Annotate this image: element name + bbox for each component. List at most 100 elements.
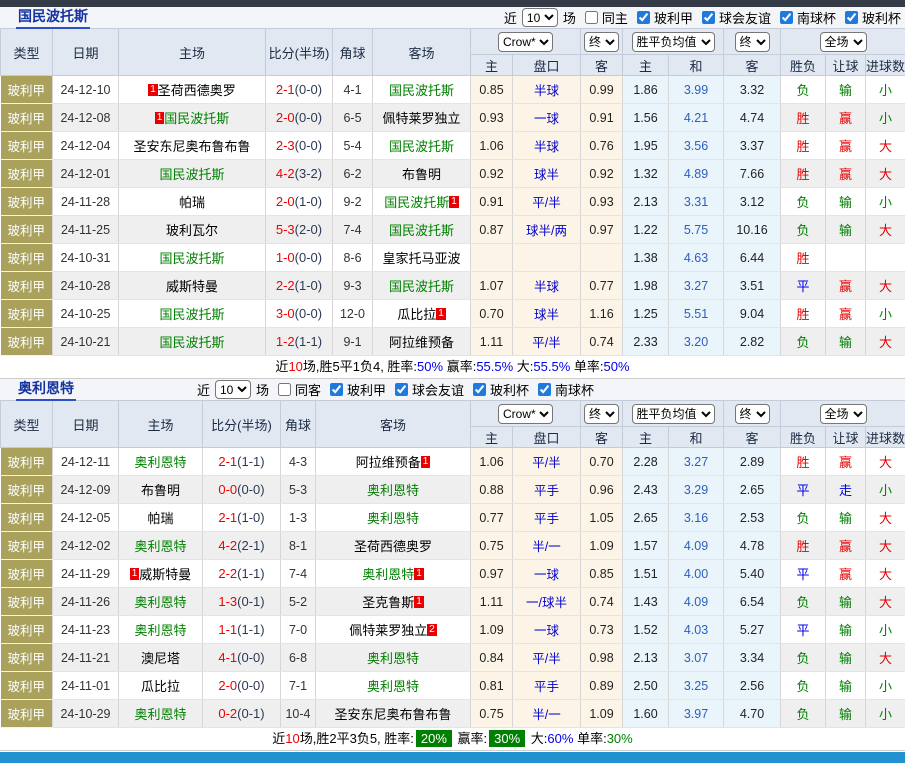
team-name: 圣安东尼奥布鲁布鲁 bbox=[334, 707, 451, 722]
avg-select[interactable]: 胜平负均值 bbox=[632, 404, 715, 424]
same-venue-label: 同客 bbox=[295, 380, 321, 399]
home-team-cell: 1威斯特曼 bbox=[119, 560, 203, 588]
match-row: 玻利甲24-11-28帕瑞2-0(1-0)9-2国民波托斯10.91平/半0.9… bbox=[1, 188, 905, 216]
team-name: 布鲁明 bbox=[141, 483, 180, 498]
fulltime-score: 0-0 bbox=[218, 482, 237, 497]
fulltime-score: 4-2 bbox=[276, 166, 295, 181]
avg-home-cell: 1.60 bbox=[623, 700, 669, 728]
league-checkbox-1[interactable] bbox=[395, 383, 408, 396]
score-cell: 4-2(3-2) bbox=[266, 160, 333, 188]
result-cell: 胜 bbox=[781, 244, 826, 272]
avg-draw-cell: 3.31 bbox=[669, 188, 724, 216]
league-cell: 玻利甲 bbox=[1, 300, 53, 328]
avg-final-select[interactable]: 终 bbox=[735, 32, 770, 52]
summary-segment: 30% bbox=[607, 731, 633, 746]
handicap-line-cell: 半/一 bbox=[513, 532, 581, 560]
date-cell: 24-11-29 bbox=[53, 560, 119, 588]
same-venue-checkbox[interactable] bbox=[278, 383, 291, 396]
corner-cell: 4-1 bbox=[333, 76, 373, 104]
league-checkbox-2[interactable] bbox=[473, 383, 486, 396]
away-odds-cell: 1.09 bbox=[581, 532, 623, 560]
team-name-link[interactable]: 奥利恩特 bbox=[16, 378, 76, 401]
home-odds-cell bbox=[471, 244, 513, 272]
home-odds-cell: 0.97 bbox=[471, 560, 513, 588]
date-cell: 24-12-04 bbox=[53, 132, 119, 160]
corner-cell: 8-1 bbox=[281, 532, 316, 560]
goals-result-cell: 大 bbox=[866, 216, 905, 244]
corner-cell: 1-3 bbox=[281, 504, 316, 532]
odds-company-select[interactable]: Crow* bbox=[498, 32, 553, 52]
league-checkbox-2[interactable] bbox=[780, 11, 793, 24]
corner-cell: 4-3 bbox=[281, 448, 316, 476]
home-team-cell: 奥利恩特 bbox=[119, 616, 203, 644]
avg-draw-cell: 3.25 bbox=[669, 672, 724, 700]
summary-line-2: 近10场,胜2平3负5, 胜率:20% 赢率:30% 大:60% 单率:30% bbox=[0, 728, 905, 751]
league-label-1: 球会友谊 bbox=[412, 380, 464, 399]
result-cell: 平 bbox=[781, 476, 826, 504]
summary-segment: 单率: bbox=[570, 359, 603, 374]
away-team-cell: 国民波托斯 bbox=[373, 216, 471, 244]
league-checkbox-0[interactable] bbox=[330, 383, 343, 396]
home-team-cell: 瓜比拉 bbox=[119, 672, 203, 700]
team-name-link[interactable]: 国民波托斯 bbox=[16, 6, 90, 29]
away-odds-cell: 0.96 bbox=[581, 476, 623, 504]
away-team-cell: 国民波托斯 bbox=[373, 76, 471, 104]
goals-result-cell: 大 bbox=[866, 328, 905, 356]
match-row: 玻利甲24-12-01国民波托斯4-2(3-2)6-2布鲁明0.92球半0.92… bbox=[1, 160, 905, 188]
home-team-cell: 1国民波托斯 bbox=[119, 104, 266, 132]
away-team-cell: 皇家托马亚波 bbox=[373, 244, 471, 272]
fulltime-score: 1-2 bbox=[276, 334, 295, 349]
avg-home-cell: 2.43 bbox=[623, 476, 669, 504]
avg-final-select[interactable]: 终 bbox=[735, 404, 770, 424]
team-name: 国民波托斯 bbox=[159, 335, 224, 350]
league-cell: 玻利甲 bbox=[1, 504, 53, 532]
goals-result-cell: 大 bbox=[866, 560, 905, 588]
date-cell: 24-10-28 bbox=[53, 272, 119, 300]
score-cell: 2-2(1-1) bbox=[203, 560, 281, 588]
scope-select[interactable]: 全场 bbox=[820, 404, 867, 424]
away-team-cell: 奥利恩特 bbox=[316, 476, 471, 504]
red-card-badge: 1 bbox=[148, 84, 158, 96]
date-cell: 24-12-09 bbox=[53, 476, 119, 504]
red-card-badge: 1 bbox=[436, 308, 446, 320]
red-card-badge: 1 bbox=[155, 112, 165, 124]
home-odds-cell: 0.70 bbox=[471, 300, 513, 328]
goals-result-cell: 大 bbox=[866, 160, 905, 188]
col-odds-away: 客 bbox=[581, 427, 623, 448]
league-checkbox-3[interactable] bbox=[845, 11, 858, 24]
match-count-select[interactable]: 10 bbox=[215, 380, 251, 399]
avg-away-cell: 3.12 bbox=[724, 188, 781, 216]
home-odds-cell: 0.92 bbox=[471, 160, 513, 188]
league-checkbox-1[interactable] bbox=[702, 11, 715, 24]
date-cell: 24-11-28 bbox=[53, 188, 119, 216]
match-count-select[interactable]: 10 bbox=[522, 8, 558, 27]
league-checkbox-0[interactable] bbox=[637, 11, 650, 24]
avg-home-cell: 2.13 bbox=[623, 188, 669, 216]
away-team-cell: 布鲁明 bbox=[373, 160, 471, 188]
team-name: 奥利恩特 bbox=[134, 595, 186, 610]
odds-final-select[interactable]: 终 bbox=[584, 32, 619, 52]
home-team-cell: 国民波托斯 bbox=[119, 244, 266, 272]
away-odds-cell: 1.05 bbox=[581, 504, 623, 532]
odds-final-select[interactable]: 终 bbox=[584, 404, 619, 424]
corner-cell: 9-3 bbox=[333, 272, 373, 300]
red-card-badge: 1 bbox=[414, 568, 424, 580]
league-checkbox-3[interactable] bbox=[538, 383, 551, 396]
goals-result-cell: 小 bbox=[866, 188, 905, 216]
avg-draw-cell: 3.29 bbox=[669, 476, 724, 504]
league-cell: 玻利甲 bbox=[1, 244, 53, 272]
avg-select[interactable]: 胜平负均值 bbox=[632, 32, 715, 52]
away-team-cell: 圣安东尼奥布鲁布鲁 bbox=[316, 700, 471, 728]
same-venue-checkbox[interactable] bbox=[585, 11, 598, 24]
avg-away-cell: 2.53 bbox=[724, 504, 781, 532]
summary-segment: 大: bbox=[513, 359, 533, 374]
odds-company-select[interactable]: Crow* bbox=[498, 404, 553, 424]
match-row: 玻利甲24-12-081国民波托斯2-0(0-0)6-5佩特莱罗独立0.93一球… bbox=[1, 104, 905, 132]
league-label-3: 南球杯 bbox=[555, 380, 594, 399]
handicap-line-cell: 球半/两 bbox=[513, 216, 581, 244]
away-team-cell: 瓜比拉1 bbox=[373, 300, 471, 328]
handicap-line-cell: 球半 bbox=[513, 160, 581, 188]
score-cell: 2-0(1-0) bbox=[266, 188, 333, 216]
col-away: 客场 bbox=[316, 401, 471, 448]
scope-select[interactable]: 全场 bbox=[820, 32, 867, 52]
